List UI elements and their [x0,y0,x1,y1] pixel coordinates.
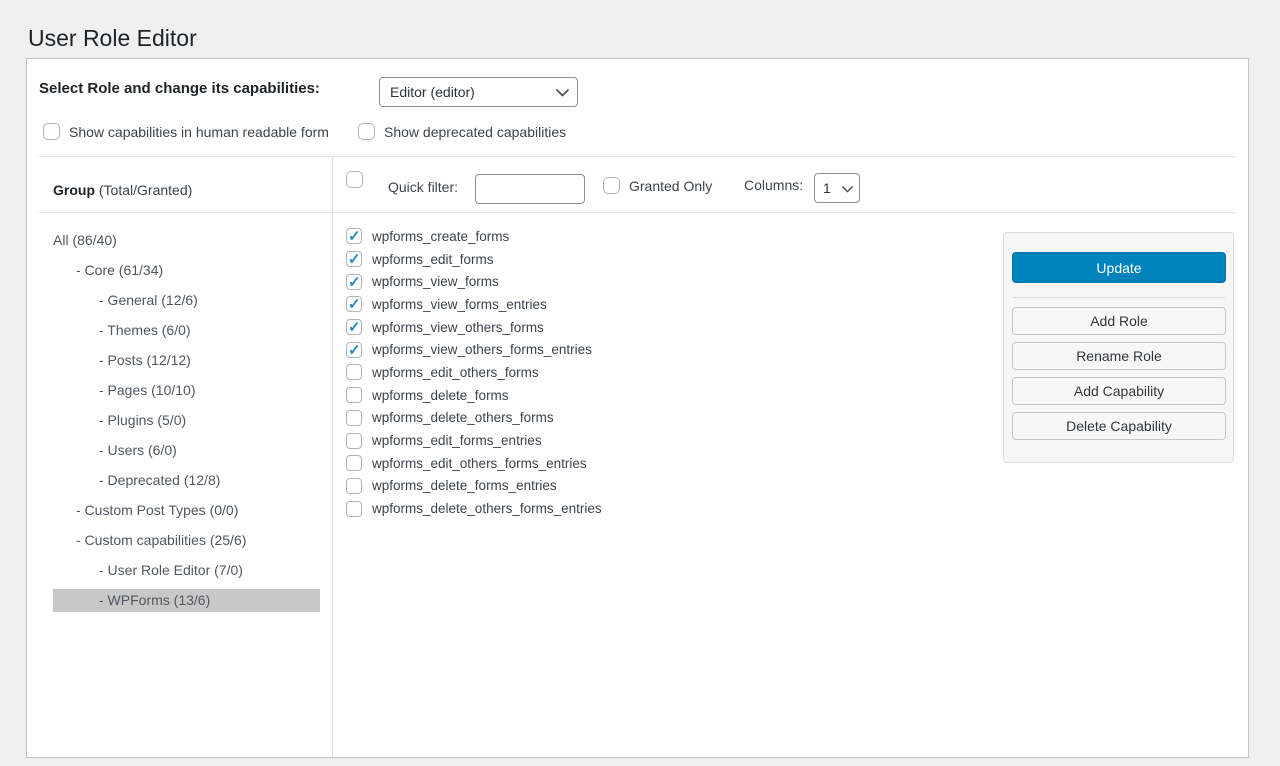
group-item[interactable]: - Posts (12/12) [53,349,320,372]
pane-divider [332,156,333,759]
capability-checkbox[interactable] [346,433,362,449]
capability-name: wpforms_edit_forms_entries [372,433,542,448]
group-item[interactable]: All (86/40) [53,229,320,252]
granted-only-label: Granted Only [629,178,712,194]
capability-row: wpforms_edit_forms_entries [346,429,602,452]
capability-row: wpforms_create_forms [346,225,602,248]
capability-name: wpforms_edit_forms [372,252,494,267]
columns-label: Columns: [744,175,803,195]
role-select[interactable]: Editor (editor) [379,77,578,107]
quick-filter-input[interactable] [475,174,585,204]
divider [39,212,1236,213]
group-item[interactable]: - Core (61/34) [53,259,320,282]
group-item[interactable]: - Users (6/0) [53,439,320,462]
group-item[interactable]: - Custom capabilities (25/6) [53,529,320,552]
group-item[interactable]: - Custom Post Types (0/0) [53,499,320,522]
capability-checkbox[interactable] [346,410,362,426]
update-button[interactable]: Update [1012,252,1226,283]
role-selector-label: Select Role and change its capabilities: [39,79,320,99]
capability-checkbox[interactable] [346,455,362,471]
capability-checkbox[interactable] [346,387,362,403]
capability-checkbox[interactable] [346,296,362,312]
capability-row: wpforms_edit_others_forms_entries [346,452,602,475]
divider [39,156,1236,157]
capability-name: wpforms_delete_forms_entries [372,478,557,493]
capability-name: wpforms_delete_others_forms [372,410,554,425]
capability-name: wpforms_view_forms [372,274,499,289]
capability-name: wpforms_edit_others_forms [372,365,539,380]
capability-list: wpforms_create_forms wpforms_edit_formswp… [346,225,602,520]
role-select-value: Editor (editor) [390,84,475,100]
capability-checkbox[interactable] [346,274,362,290]
capability-checkbox[interactable] [346,478,362,494]
human-readable-checkbox[interactable] [43,123,60,140]
capability-checkbox[interactable] [346,342,362,358]
capability-row: wpforms_edit_others_forms [346,361,602,384]
group-item[interactable]: - User Role Editor (7/0) [53,559,320,582]
capability-row: wpforms_view_forms_entries [346,293,602,316]
capability-checkbox[interactable] [346,501,362,517]
capability-name: wpforms_edit_others_forms_entries [372,456,587,471]
capability-checkbox[interactable] [346,364,362,380]
columns-select[interactable]: 1 [814,173,860,203]
option-human-readable: Show capabilities in human readable form [43,123,329,140]
show-deprecated-checkbox[interactable] [358,123,375,140]
divider [1013,297,1225,298]
capability-name: wpforms_view_others_forms_entries [372,342,592,357]
group-item[interactable]: - General (12/6) [53,289,320,312]
group-item[interactable]: - Plugins (5/0) [53,409,320,432]
select-all-checkbox[interactable] [346,171,363,188]
capability-row: wpforms_delete_others_forms_entries [346,497,602,520]
group-tree: All (86/40) - Core (61/34) - General (12/6… [27,229,332,619]
capability-row: wpforms_delete_forms_entries [346,475,602,498]
actions-panel: Update Add Role Rename Role Add Capabili… [1003,232,1234,463]
capability-name: wpforms_delete_forms [372,388,509,403]
granted-only-option: Granted Only [603,177,712,194]
capability-checkbox[interactable] [346,228,362,244]
capability-name: wpforms_delete_others_forms_entries [372,501,602,516]
columns-select-value: 1 [823,180,831,196]
capability-row: wpforms_view_others_forms [346,316,602,339]
capability-row: wpforms_delete_others_forms [346,407,602,430]
capability-name: wpforms_create_forms [372,229,509,244]
option-show-deprecated: Show deprecated capabilities [358,123,566,140]
rename-role-button[interactable]: Rename Role [1012,342,1226,370]
page-title: User Role Editor [28,24,197,54]
human-readable-label: Show capabilities in human readable form [69,124,329,140]
chevron-down-icon [842,180,853,196]
group-item[interactable]: - Themes (6/0) [53,319,320,342]
capability-name: wpforms_view_others_forms [372,320,544,335]
group-item[interactable]: - Pages (10/10) [53,379,320,402]
group-column-header: Group (Total/Granted) [53,180,192,200]
user-role-editor-panel: Select Role and change its capabilities:… [26,58,1249,758]
granted-only-checkbox[interactable] [603,177,620,194]
add-role-button[interactable]: Add Role [1012,307,1226,335]
quick-filter-label: Quick filter: [388,177,458,197]
add-capability-button[interactable]: Add Capability [1012,377,1226,405]
capability-row: wpforms_view_others_forms_entries [346,338,602,361]
capability-row: wpforms_edit_forms [346,248,602,271]
capability-checkbox[interactable] [346,319,362,335]
group-item[interactable]: - WPForms (13/6) [53,589,320,612]
capability-checkbox[interactable] [346,251,362,267]
chevron-down-icon [556,84,569,100]
group-item[interactable]: - Deprecated (12/8) [53,469,320,492]
capability-row: wpforms_view_forms [346,270,602,293]
capability-row: wpforms_delete_forms [346,384,602,407]
capability-name: wpforms_view_forms_entries [372,297,547,312]
delete-capability-button[interactable]: Delete Capability [1012,412,1226,440]
show-deprecated-label: Show deprecated capabilities [384,124,566,140]
